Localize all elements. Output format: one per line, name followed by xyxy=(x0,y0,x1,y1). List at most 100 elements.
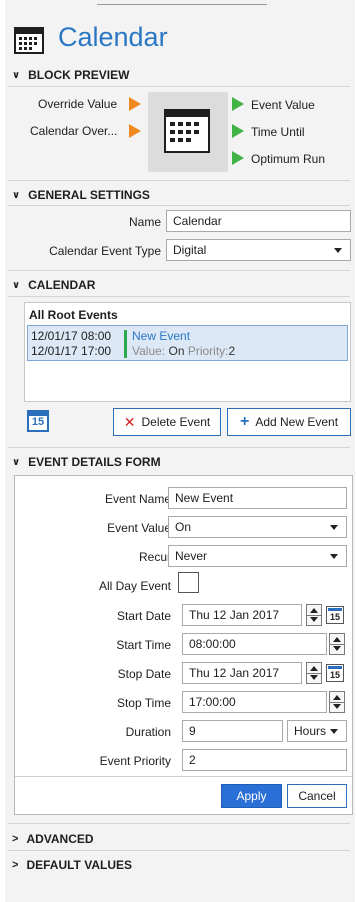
divider xyxy=(8,296,350,297)
event-value-label: Value: xyxy=(132,344,166,358)
block-preview-image xyxy=(148,92,228,172)
event-value-select[interactable]: On xyxy=(168,516,347,538)
page-title: Calendar xyxy=(58,22,168,52)
chevron-down-icon: ∨ xyxy=(12,456,21,468)
calendar-icon-date: 15 xyxy=(329,670,340,680)
delete-event-label: Delete Event xyxy=(141,415,211,429)
input-port-label: Override Value xyxy=(38,97,118,111)
section-default-values[interactable]: > DEFAULT VALUES xyxy=(12,858,132,872)
input-port-arrow-icon xyxy=(129,97,141,111)
event-name: New Event xyxy=(132,329,191,343)
event-color-bar xyxy=(124,330,127,358)
section-title: EVENT DETAILS FORM xyxy=(28,455,161,469)
start-time-input[interactable]: 08:00:00 xyxy=(182,633,327,655)
calendar-icon-date: 15 xyxy=(329,612,340,622)
recur-selected: Never xyxy=(175,549,208,563)
section-title: BLOCK PREVIEW xyxy=(28,68,130,82)
all-day-event-label: All Day Event xyxy=(98,579,171,593)
cancel-button[interactable]: Cancel xyxy=(287,784,347,808)
start-date-input[interactable]: Thu 12 Jan 2017 xyxy=(182,604,302,626)
all-day-event-checkbox[interactable] xyxy=(178,572,199,593)
event-list-item[interactable]: 12/01/17 08:00 12/01/17 17:00 New Event … xyxy=(27,325,348,361)
input-port-label: Calendar Over... xyxy=(30,124,118,138)
output-port-arrow-icon xyxy=(232,97,244,111)
event-meta: Value: On Priority:2 xyxy=(132,344,235,358)
delete-event-button[interactable]: ✕ Delete Event xyxy=(113,408,221,436)
event-list: All Root Events 12/01/17 08:00 12/01/17 … xyxy=(24,302,351,402)
output-port-arrow-icon xyxy=(232,124,244,138)
recur-select[interactable]: Never xyxy=(168,545,347,567)
event-type-select[interactable]: Digital xyxy=(166,239,351,261)
start-date-calendar-icon[interactable]: 15 xyxy=(326,606,344,624)
output-port-label: Event Value xyxy=(251,98,315,112)
event-value: On xyxy=(168,344,185,358)
divider xyxy=(8,180,350,181)
duration-unit-select[interactable]: Hours xyxy=(287,720,347,742)
calendar-block-icon xyxy=(164,109,210,153)
stop-date-calendar-icon[interactable]: 15 xyxy=(326,664,344,682)
section-title: GENERAL SETTINGS xyxy=(28,188,150,202)
stop-time-input[interactable]: 17:00:00 xyxy=(182,691,327,713)
event-list-header: All Root Events xyxy=(29,308,118,322)
stop-date-spinner[interactable] xyxy=(306,662,322,684)
section-advanced[interactable]: > ADVANCED xyxy=(12,832,94,846)
recur-label: Recur xyxy=(138,550,171,564)
form-button-bar xyxy=(15,776,352,777)
plus-icon: + xyxy=(239,413,250,430)
stop-time-label: Stop Time xyxy=(116,696,171,710)
divider xyxy=(8,205,350,206)
chevron-down-icon: ∨ xyxy=(12,279,21,291)
section-block-preview[interactable]: ∨ BLOCK PREVIEW xyxy=(12,68,129,82)
output-port-arrow-icon xyxy=(232,151,244,165)
today-calendar-icon[interactable]: 15 xyxy=(27,410,49,432)
divider xyxy=(8,850,350,851)
divider xyxy=(8,86,350,87)
section-calendar[interactable]: ∨ CALENDAR xyxy=(12,278,95,292)
section-general-settings[interactable]: ∨ GENERAL SETTINGS xyxy=(12,188,150,202)
name-label: Name xyxy=(128,215,161,229)
event-details-form: Event Name New Event Event Value On Recu… xyxy=(14,475,353,815)
event-type-value: Digital xyxy=(173,243,207,257)
event-start-time: 12/01/17 08:00 xyxy=(31,329,112,343)
add-new-event-label: Add New Event xyxy=(255,415,339,429)
divider xyxy=(8,270,350,271)
stop-time-spinner[interactable] xyxy=(329,691,345,713)
section-title: ADVANCED xyxy=(26,832,94,846)
start-date-spinner[interactable] xyxy=(306,604,322,626)
close-icon: ✕ xyxy=(123,413,136,430)
top-divider xyxy=(97,4,267,5)
start-time-spinner[interactable] xyxy=(329,633,345,655)
start-time-label: Start Time xyxy=(116,638,171,652)
section-event-details[interactable]: ∨ EVENT DETAILS FORM xyxy=(12,455,161,469)
event-value-label: Event Value xyxy=(107,521,171,535)
duration-label: Duration xyxy=(125,725,171,739)
output-port-label: Optimum Run xyxy=(251,152,326,166)
event-priority-input[interactable]: 2 xyxy=(182,749,347,771)
today-calendar-date: 15 xyxy=(31,416,45,428)
duration-input[interactable]: 9 xyxy=(182,720,283,742)
chevron-down-icon: ∨ xyxy=(12,69,21,81)
add-new-event-button[interactable]: + Add New Event xyxy=(227,408,351,436)
chevron-right-icon: > xyxy=(12,833,19,845)
event-end-time: 12/01/17 17:00 xyxy=(31,344,112,358)
event-priority-label: Priority: xyxy=(187,344,229,358)
divider xyxy=(8,447,350,448)
start-date-label: Start Date xyxy=(116,609,171,623)
stop-date-label: Stop Date xyxy=(117,667,171,681)
divider xyxy=(8,823,350,824)
input-port-arrow-icon xyxy=(129,124,141,138)
event-name-input[interactable]: New Event xyxy=(168,487,347,509)
event-priority: 2 xyxy=(228,344,236,358)
chevron-down-icon: ∨ xyxy=(12,189,21,201)
event-name-label: Event Name xyxy=(104,492,171,506)
stop-date-input[interactable]: Thu 12 Jan 2017 xyxy=(182,662,302,684)
apply-button[interactable]: Apply xyxy=(221,784,282,808)
chevron-right-icon: > xyxy=(12,859,19,871)
section-title: DEFAULT VALUES xyxy=(26,858,132,872)
section-title: CALENDAR xyxy=(28,278,96,292)
calendar-header-icon xyxy=(14,26,44,54)
duration-unit-selected: Hours xyxy=(294,724,327,738)
event-value-selected: On xyxy=(175,520,192,534)
name-input[interactable]: Calendar xyxy=(166,210,351,232)
event-priority-label: Event Priority xyxy=(99,754,171,768)
